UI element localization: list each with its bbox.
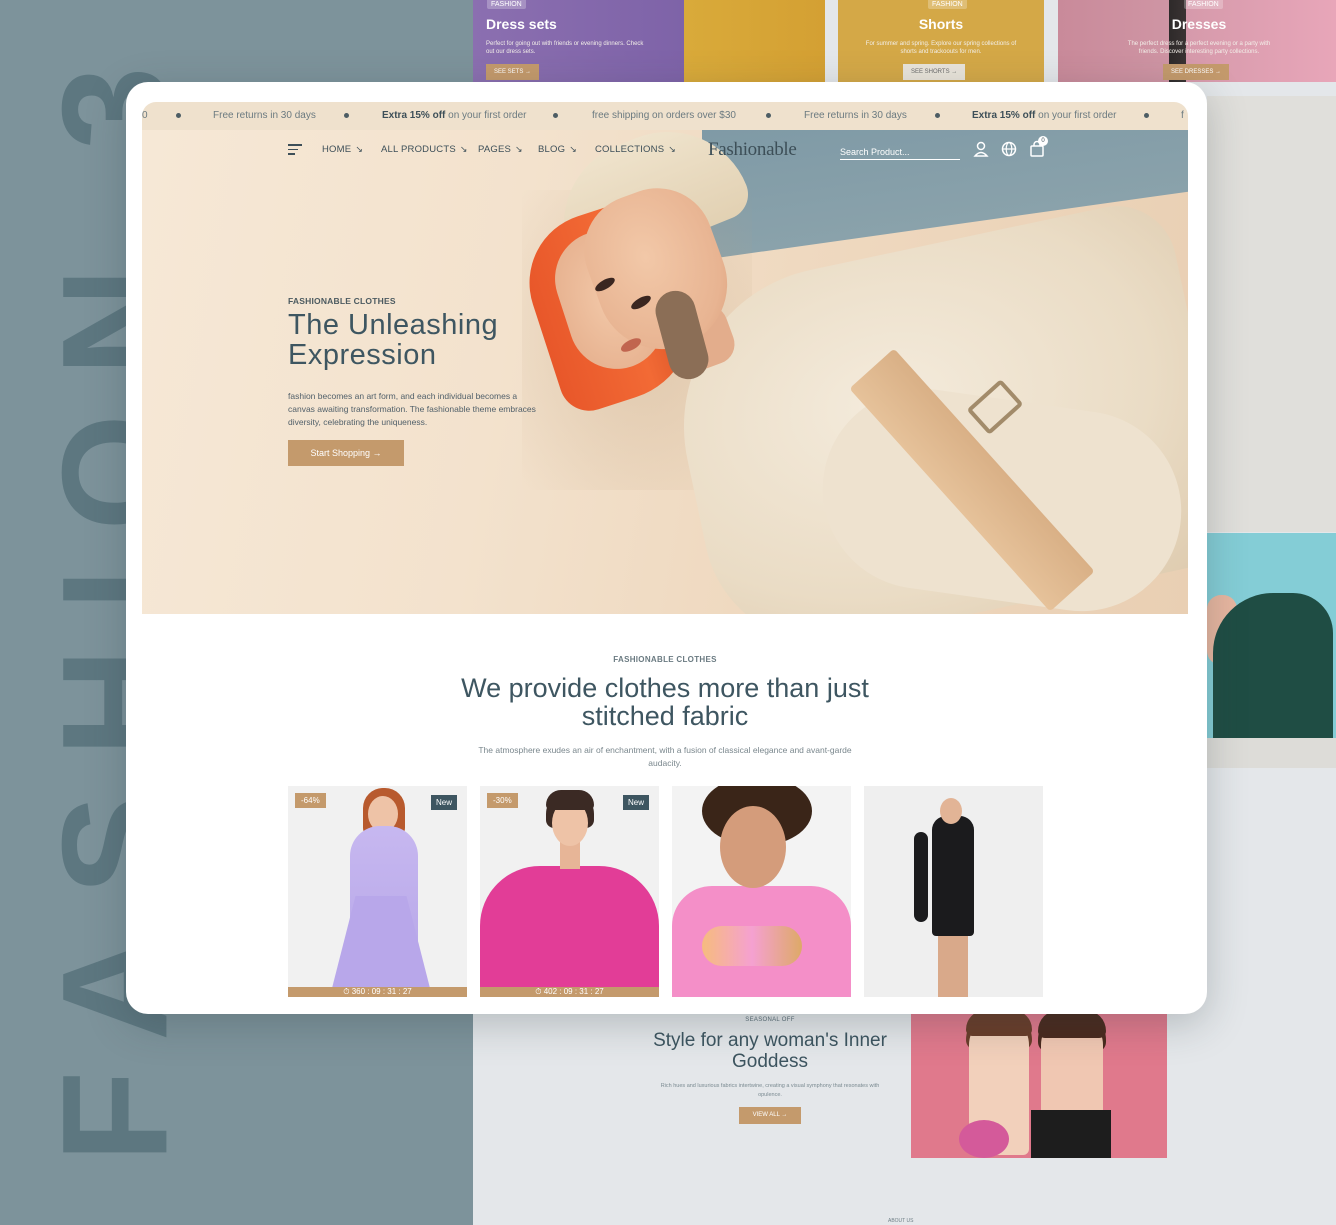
search-field[interactable]: [840, 142, 960, 160]
section-description: The atmosphere exudes an air of enchantm…: [478, 745, 852, 768]
ticker-item: Extra 15% off on your first order: [382, 110, 527, 121]
arrow-down-right-icon: ↘: [668, 144, 676, 154]
countdown-timer: ⏱ 360 : 09 : 31 : 27: [288, 987, 467, 997]
ticker-item: Free returns in 30 days: [213, 110, 316, 121]
nav-item-home[interactable]: HOME ↘: [322, 144, 363, 155]
product-card[interactable]: [864, 786, 1043, 997]
section-title: We provide clothes more than just stitch…: [461, 673, 869, 731]
product-card[interactable]: -64% New ⏱ 360 : 09 : 31 : 27: [288, 786, 467, 997]
category-card-dress-sets[interactable]: FASHION Dress sets Perfect for going out…: [473, 0, 825, 82]
category-badge: FASHION: [487, 0, 526, 9]
category-title: Shorts: [918, 16, 964, 32]
main-navigation: HOME ↘ ALL PRODUCTS ↘ PAGES ↘ BLOG ↘ COLLECT…: [288, 136, 1048, 164]
view-all-button[interactable]: VIEW ALL →: [738, 1107, 802, 1124]
background-band-lower: [1207, 738, 1336, 768]
category-badge: FASHION: [1184, 0, 1223, 9]
category-title: Dresses: [1171, 16, 1227, 32]
category-desc: The perfect dress for a perfect evening …: [1127, 41, 1271, 55]
category-card-dresses[interactable]: FASHION Dresses The perfect dress for a …: [1058, 0, 1336, 82]
hero-description: fashion becomes an art form, and each in…: [288, 391, 536, 427]
ticker-item: f: [1181, 110, 1184, 121]
background-model-photo: [1207, 533, 1336, 738]
seasonal-title: Style for any woman's Inner Goddess: [653, 1030, 887, 1072]
ticker-dot: [344, 113, 349, 118]
ticker-item: free shipping on orders over $30: [592, 110, 736, 121]
hero-kicker: FASHIONABLE CLOTHES: [288, 296, 396, 306]
discount-badge: -30%: [487, 793, 518, 808]
ticker-item: Free returns in 30 days: [804, 110, 907, 121]
nav-item-collections[interactable]: COLLECTIONS ↘: [595, 144, 676, 155]
ticker-dot: [766, 113, 771, 118]
globe-icon[interactable]: [1000, 140, 1018, 158]
category-desc: For summer and spring. Explore our sprin…: [865, 41, 1017, 55]
ticker-dot: [553, 113, 558, 118]
ticker-dot: [935, 113, 940, 118]
see-sets-button[interactable]: SEE SETS →: [486, 64, 540, 80]
seasonal-section: SEASONAL OFF Style for any woman's Inner…: [620, 1015, 920, 1124]
category-title: Dress sets: [486, 16, 557, 32]
ticker-item: Extra 15% off on your first order: [972, 110, 1117, 121]
hero-title: The Unleashing Expression: [288, 309, 499, 371]
cart-count-badge: 0: [1038, 136, 1048, 146]
tablet-frame: 0 Free returns in 30 days Extra 15% off …: [126, 82, 1207, 1014]
user-icon[interactable]: [972, 140, 990, 158]
nav-item-all-products[interactable]: ALL PRODUCTS ↘: [381, 144, 468, 155]
discount-badge: -64%: [295, 793, 326, 808]
arrow-down-right-icon: ↘: [569, 144, 577, 154]
arrow-down-right-icon: ↘: [459, 144, 468, 154]
section-kicker: FASHIONABLE CLOTHES: [613, 655, 717, 664]
hero-banner: FASHIONABLE CLOTHES The Unleashing Expre…: [142, 130, 1188, 614]
announcement-ticker: 0 Free returns in 30 days Extra 15% off …: [142, 102, 1188, 130]
seasonal-kicker: SEASONAL OFF: [745, 1017, 795, 1023]
start-shopping-button[interactable]: Start Shopping →: [288, 440, 404, 466]
product-card[interactable]: [672, 786, 851, 997]
brand-logo[interactable]: Fashionable: [708, 139, 797, 161]
arrow-down-right-icon: ↘: [355, 144, 364, 154]
website-screen: 0 Free returns in 30 days Extra 15% off …: [142, 102, 1188, 997]
ticker-item: 0: [142, 110, 148, 121]
product-card[interactable]: -30% New ⏱ 402 : 09 : 31 : 27: [480, 786, 659, 997]
seasonal-photo: [911, 1010, 1167, 1158]
nav-item-blog[interactable]: BLOG ↘: [538, 144, 577, 155]
about-label: ABOUT US: [888, 1218, 914, 1224]
background-band: [1207, 96, 1336, 532]
new-badge: New: [430, 795, 457, 810]
arrow-down-right-icon: ↘: [515, 144, 523, 154]
countdown-timer: ⏱ 402 : 09 : 31 : 27: [480, 987, 659, 997]
menu-icon[interactable]: [288, 144, 302, 156]
nav-item-pages[interactable]: PAGES ↘: [478, 144, 523, 155]
category-desc: Perfect for going out with friends or ev…: [486, 41, 644, 55]
ticker-dot: [176, 113, 181, 118]
ticker-dot: [1144, 113, 1149, 118]
new-badge: New: [622, 795, 649, 810]
category-badge: FASHION: [928, 0, 967, 9]
category-card-shorts[interactable]: FASHION Shorts For summer and spring. Ex…: [838, 0, 1044, 82]
see-dresses-button[interactable]: SEE DRESSES →: [1163, 64, 1230, 80]
see-shorts-button[interactable]: SEE SHORTS →: [903, 64, 966, 80]
seasonal-desc: Rich hues and luxurious fabrics intertwi…: [660, 1083, 880, 1098]
search-input[interactable]: [840, 144, 960, 160]
cart-button[interactable]: 0: [1028, 136, 1048, 158]
